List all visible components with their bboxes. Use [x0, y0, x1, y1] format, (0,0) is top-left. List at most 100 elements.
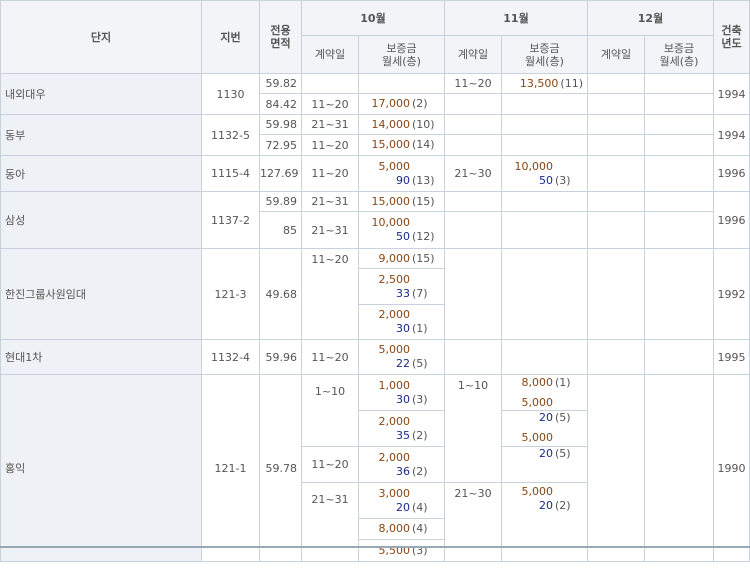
lot-number: 1130	[201, 73, 260, 115]
deposit-line: 10,000	[503, 159, 584, 174]
nov-deposit-rent: 5,000 20 (2)	[501, 482, 588, 562]
floor-value: (15)	[412, 194, 435, 208]
dec-contract-date	[587, 155, 645, 192]
deposit-value: 2,000	[378, 450, 411, 464]
rent-line: 20 (5)	[503, 448, 584, 462]
dec-contract-date	[587, 339, 645, 375]
rent-value: 30	[396, 392, 410, 406]
oct-contract-date: 11~20	[301, 155, 359, 192]
header-nov-deposit-rent: 보증금 월세(층)	[501, 35, 588, 74]
oct-deposit-rent: 14,000 (10)	[358, 114, 445, 135]
oct-contract-date	[301, 73, 359, 94]
lot-number: 121-1	[201, 374, 260, 562]
table-row: 동아 1115-4 127.69 11~20 5,000 90 (13) 21~30…	[0, 155, 750, 192]
floor-value: (15)	[412, 251, 435, 265]
nov-contract-date: 11~20	[444, 73, 502, 94]
deposit-line: 2,000	[360, 415, 441, 429]
lot-number: 1132-4	[201, 339, 260, 375]
rent-line: 50 (3)	[503, 174, 584, 188]
oct-deposit-rent: 10,000 50 (12)	[358, 211, 445, 249]
rent-value: 20	[396, 500, 410, 514]
built-year: 1995	[713, 339, 750, 375]
deposit-value: 5,000	[521, 485, 554, 498]
dec-deposit-rent	[644, 73, 714, 94]
deposit-value: 15,000	[371, 194, 411, 208]
deposit-value: 2,000	[378, 308, 411, 321]
rent-line: 35 (2)	[360, 428, 441, 443]
header-lot-number: 지번	[201, 0, 260, 74]
deposit-line: 5,000	[360, 343, 441, 357]
nov-contract-date	[444, 134, 502, 156]
lot-number: 1132-5	[201, 114, 260, 156]
area: 49.68	[259, 248, 302, 340]
complex-name: 동아	[0, 155, 202, 192]
rent-line: 22 (5)	[360, 357, 441, 371]
deposit-line: 10,000	[360, 216, 441, 230]
header-dec-deposit-rent: 보증금 월세(층)	[644, 35, 714, 74]
nov-contract-date	[444, 339, 502, 375]
oct-deposit-rent: 2,000 36 (2)	[358, 446, 445, 483]
table-header: 단지 지번 전용 면적 10월 11월 12월 건축 년도 계약일 보증금 월세…	[0, 0, 750, 74]
area: 84.42	[259, 93, 302, 115]
nov-contract-date: 21~30	[444, 155, 502, 192]
floor-value: (14)	[412, 138, 435, 151]
oct-contract-date: 1~10	[301, 374, 359, 447]
floor-value: (1)	[412, 322, 428, 335]
deposit-value: 10,000	[514, 159, 554, 173]
floor-value: (13)	[412, 173, 435, 187]
oct-deposit-rent: 3,000 20 (4)	[358, 482, 445, 519]
floor-value: (2)	[412, 428, 428, 442]
nov-deposit-rent: 20 (5) 5,000	[501, 410, 588, 447]
deposit-value: 1,000	[378, 378, 411, 392]
deposit-line: 2,500	[360, 273, 441, 287]
header-area: 전용 면적	[259, 0, 302, 74]
rent-line: 33 (7)	[360, 287, 441, 301]
oct-contract-date: 11~20	[301, 248, 359, 340]
rent-value: 20	[539, 499, 553, 512]
deposit-line: 2,000	[360, 308, 441, 322]
header-month-oct: 10월	[301, 0, 445, 36]
dec-deposit-rent	[644, 155, 714, 192]
dec-deposit-rent	[644, 114, 714, 135]
nov-deposit-rent: 8,000 (1) 5,000	[501, 374, 588, 411]
table-row: 한진그룹사원임대 121-3 49.68 11~20 9,000 (15) 199…	[0, 248, 750, 340]
deposit-line: 5,000	[503, 431, 584, 445]
floor-value: (11)	[560, 76, 583, 90]
rent-line: 20 (4)	[360, 500, 441, 515]
area: 59.89	[259, 191, 302, 212]
oct-deposit-rent: 5,000 90 (13)	[358, 155, 445, 192]
oct-deposit-rent	[358, 73, 445, 94]
rent-value: 20	[539, 411, 553, 425]
dec-deposit-rent	[644, 134, 714, 156]
deposit-line: 5,000	[503, 485, 584, 499]
table-row: 홍익 121-1 59.78 1~10 1,000 30 (3) 1~10 8,00…	[0, 374, 750, 562]
dec-contract-date	[587, 134, 645, 156]
rent-line: 36 (2)	[360, 465, 441, 479]
oct-contract-date: 11~20	[301, 446, 359, 483]
nov-deposit-rent	[501, 191, 588, 212]
dec-deposit-rent	[644, 191, 714, 212]
area: 72.95	[259, 134, 302, 156]
nov-contract-date	[444, 211, 502, 249]
deposit-value: 17,000	[371, 97, 411, 110]
table-row: 내외대우 1130 59.82 11~20 13,500 (11) 1994	[0, 73, 750, 115]
deposit-value: 5,000	[521, 431, 554, 444]
header-area-text: 전용 면적	[270, 24, 291, 50]
deposit-value: 8,000	[378, 522, 411, 535]
lot-number: 1115-4	[201, 155, 260, 192]
built-year: 1996	[713, 155, 750, 192]
area: 85	[259, 211, 302, 249]
oct-contract-date: 11~20	[301, 93, 359, 115]
deposit-line: 1,000	[360, 378, 441, 393]
deposit-value: 10,000	[371, 216, 411, 229]
oct-contract-date: 11~20	[301, 134, 359, 156]
rent-line: 50 (12)	[360, 230, 441, 244]
area: 59.78	[259, 374, 302, 562]
complex-name: 현대1차	[0, 339, 202, 375]
header-oct-deposit-rent-text: 보증금 월세(층)	[382, 41, 421, 68]
oct-contract-date: 21~31	[301, 114, 359, 135]
oct-deposit-rent: 15,000 (15)	[358, 191, 445, 212]
nov-deposit-rent	[501, 248, 588, 340]
oct-deposit-rent: 15,000 (14)	[358, 134, 445, 156]
table-bottom-border	[0, 546, 750, 548]
